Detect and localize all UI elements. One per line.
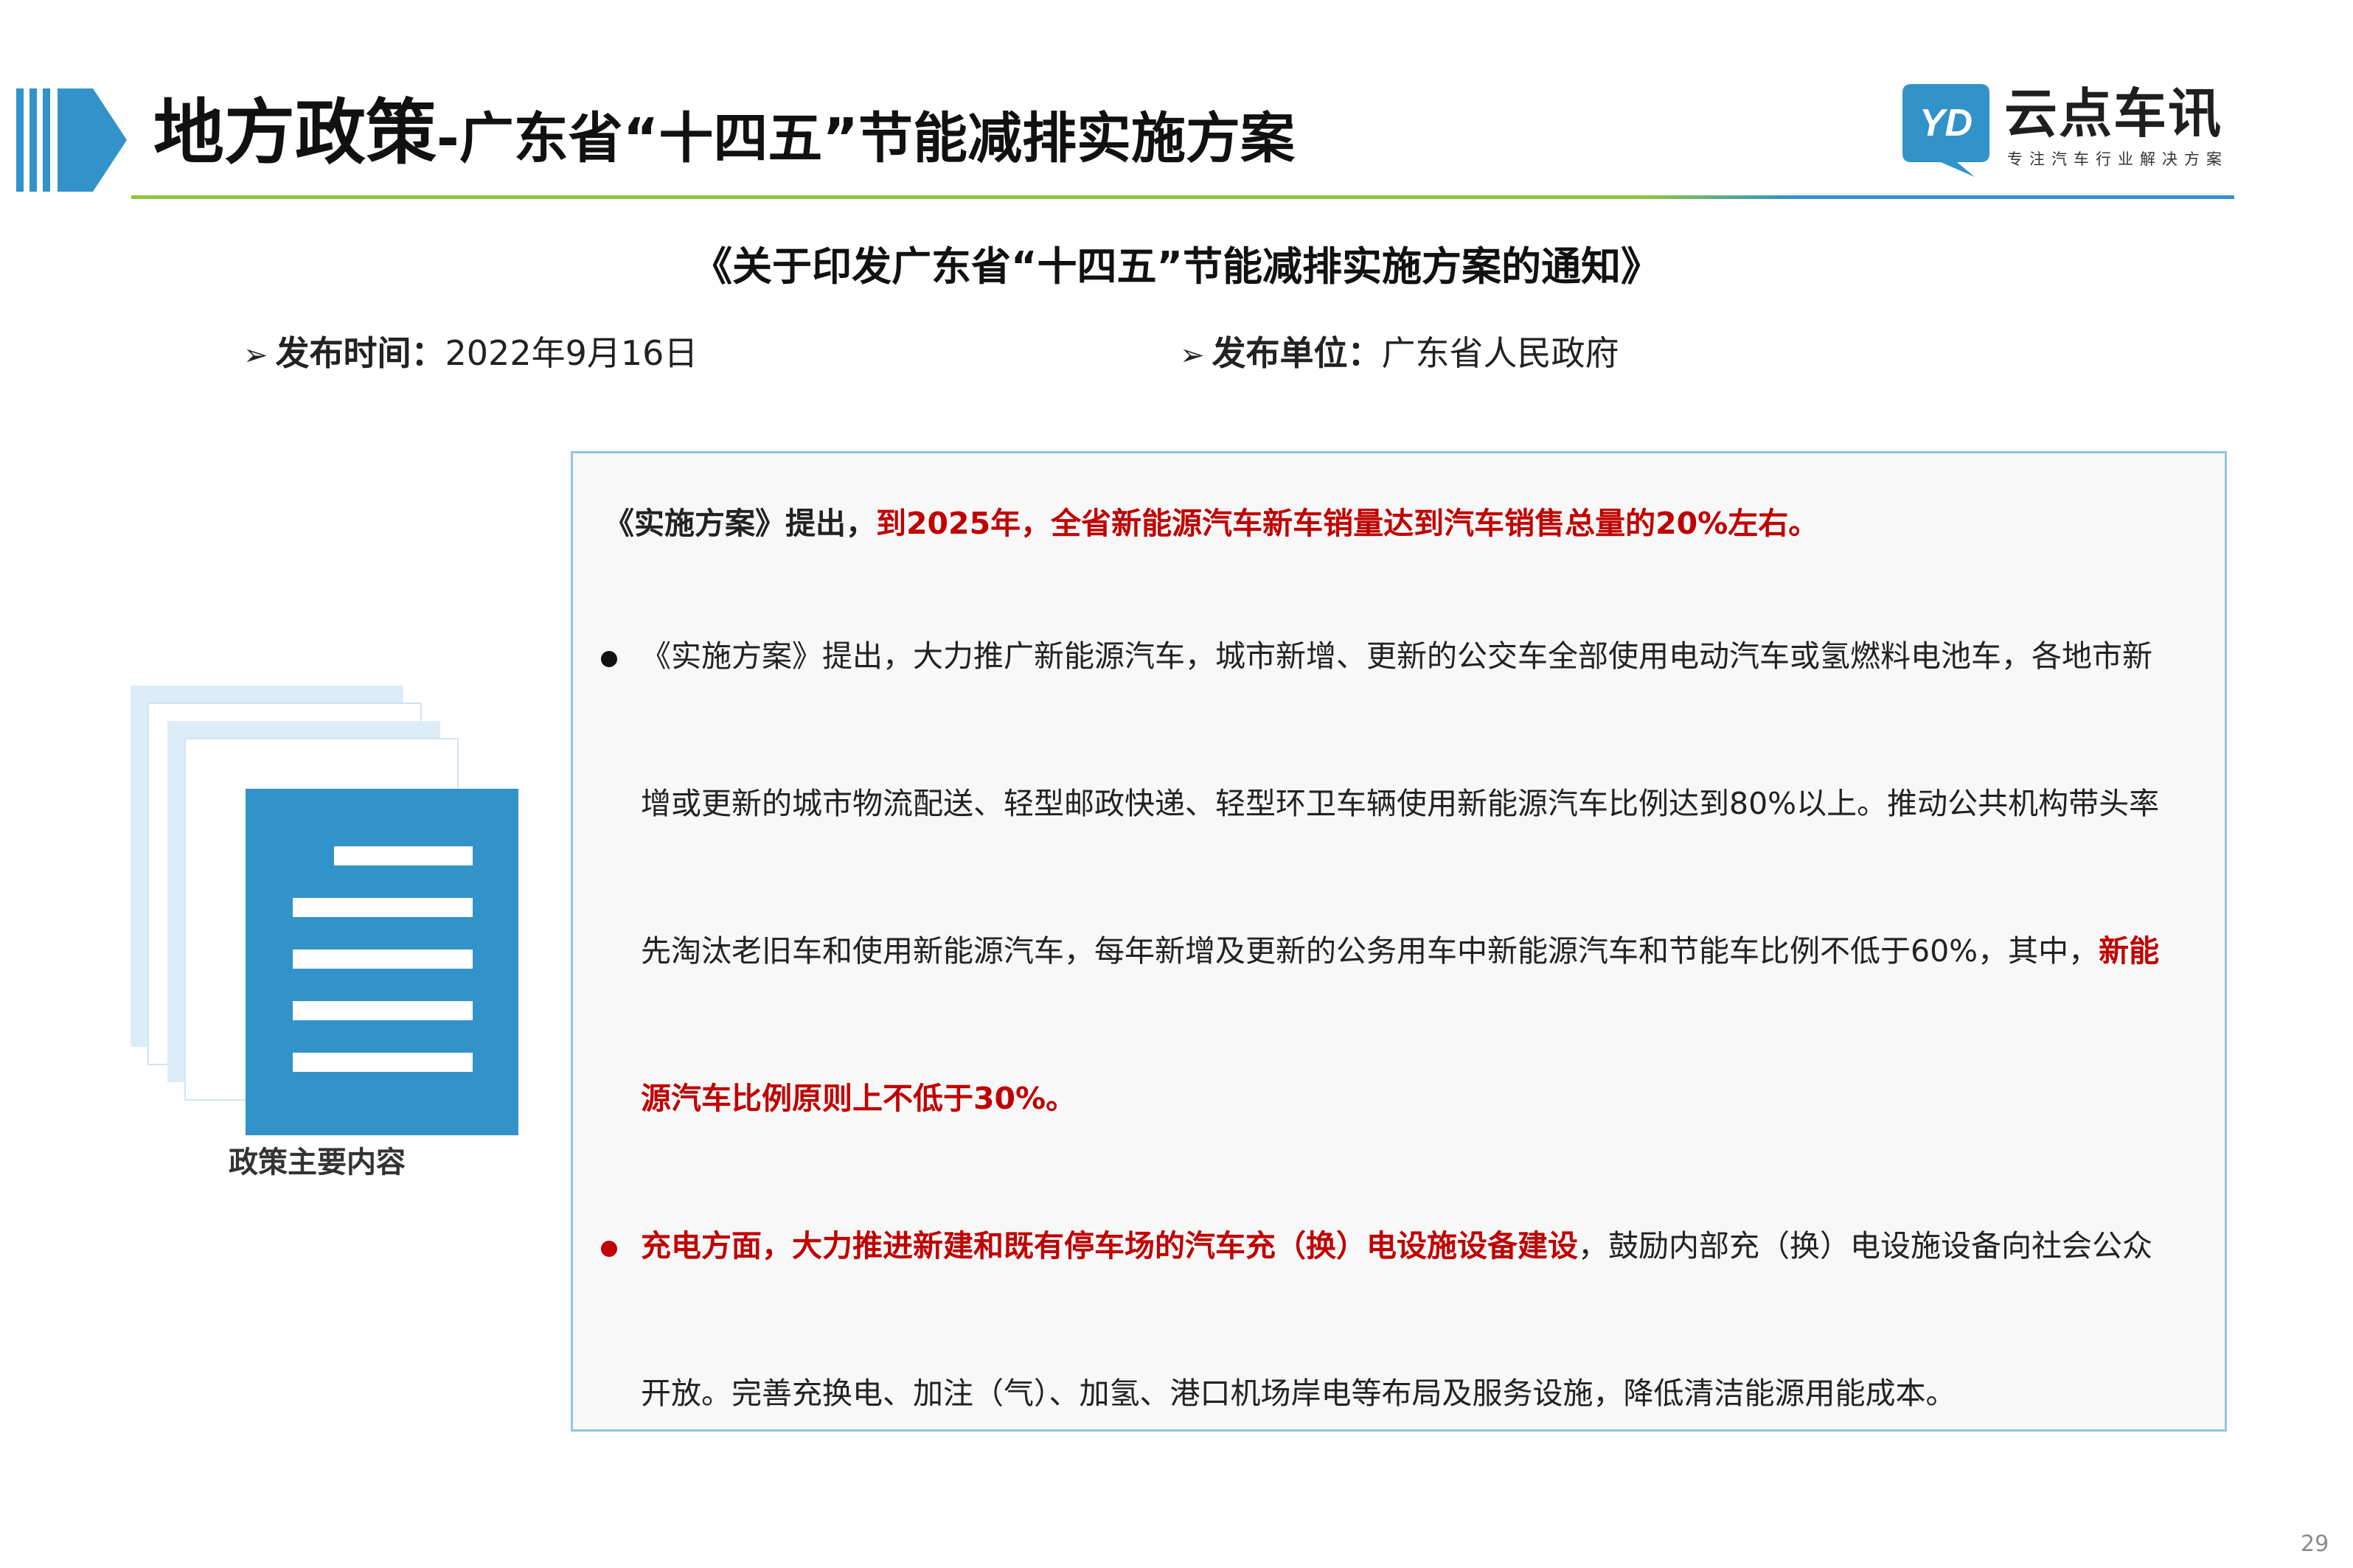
header-divider: [131, 195, 2234, 199]
paragraph-2-line-2: 开放。完善充换电、加注（气）、加氢、港口机场岸电等布局及服务设施，降低清洁能源用…: [641, 1376, 1956, 1411]
paragraph-1-line-3-highlight: 新能: [2099, 933, 2160, 969]
publish-date-value: 2022年9月16日: [445, 333, 698, 373]
paragraph-2-line-1: 充电方面，大力推进新建和既有停车场的汽车充（换）电设施设备建设，鼓励内部充（换）…: [641, 1227, 2152, 1265]
headline-highlight: 到2025年，全省新能源汽车新车销量达到汽车销售总量的20%左右。: [876, 506, 1819, 541]
logo-name: 云点车讯: [2004, 83, 2223, 144]
paragraph-1-line-2: 增或更新的城市物流配送、轻型邮政快递、轻型环卫车辆使用新能源汽车比例达到80%以…: [641, 786, 2160, 821]
publish-date-label: 发布时间：: [275, 333, 445, 373]
document-stack-icon: [131, 686, 518, 1135]
paragraph-1-line-1: 《实施方案》提出，大力推广新能源汽车，城市新增、更新的公交车全部使用电动汽车或氢…: [641, 638, 2152, 674]
bullet-icon: [601, 1241, 617, 1257]
publish-date: ➢ 发布时间：2022年9月16日: [243, 333, 698, 374]
page-title-sub: -广东省“十四五”节能减排实施方案: [437, 107, 1295, 170]
page-number: 29: [2301, 1531, 2329, 1557]
bullet-icon: [601, 651, 617, 667]
notice-title: 《关于印发广东省“十四五”节能减排实施方案的通知》: [692, 243, 1661, 290]
paragraph-2-line-1-text: ，鼓励内部充（换）电设施设备向社会公众: [1578, 1228, 2152, 1264]
policy-content-box: 《实施方案》提出，到2025年，全省新能源汽车新车销量达到汽车销售总量的20%左…: [571, 451, 2227, 1432]
company-logo: YD 云点车讯 专注汽车行业解决方案: [1902, 81, 2234, 177]
arrow-bullet-icon: ➢: [243, 338, 268, 372]
page-title-main: 地方政策: [153, 91, 437, 174]
headline-prefix: 《实施方案》提出，: [604, 506, 876, 541]
issuer: ➢ 发布单位：广东省人民政府: [1180, 333, 1619, 374]
page-title: 地方政策-广东省“十四五”节能减排实施方案: [153, 97, 1295, 168]
yd-logo-icon: YD: [1902, 84, 1989, 177]
headline: 《实施方案》提出，到2025年，全省新能源汽车新车销量达到汽车销售总量的20%左…: [604, 505, 1818, 543]
paragraph-1-line-3-text: 先淘汰老旧车和使用新能源汽车，每年新增及更新的公务用车中新能源汽车和节能车比例不…: [641, 933, 2099, 969]
paragraph-1-line-4: 源汽车比例原则上不低于30%。: [641, 1081, 1077, 1116]
paragraph-2-line-1-highlight: 充电方面，大力推进新建和既有停车场的汽车充（换）电设施设备建设: [641, 1228, 1578, 1264]
logo-tagline: 专注汽车行业解决方案: [2007, 150, 2228, 168]
illustration-caption: 政策主要内容: [229, 1146, 406, 1180]
arrow-bullet-icon: ➢: [1180, 338, 1205, 372]
paragraph-1-line-3: 先淘汰老旧车和使用新能源汽车，每年新增及更新的公务用车中新能源汽车和节能车比例不…: [641, 933, 2159, 970]
header-chevron-mark: [16, 88, 127, 192]
logo-badge-text: YD: [1919, 102, 1973, 144]
issuer-value: 广东省人民政府: [1381, 333, 1619, 373]
issuer-label: 发布单位：: [1212, 333, 1382, 373]
